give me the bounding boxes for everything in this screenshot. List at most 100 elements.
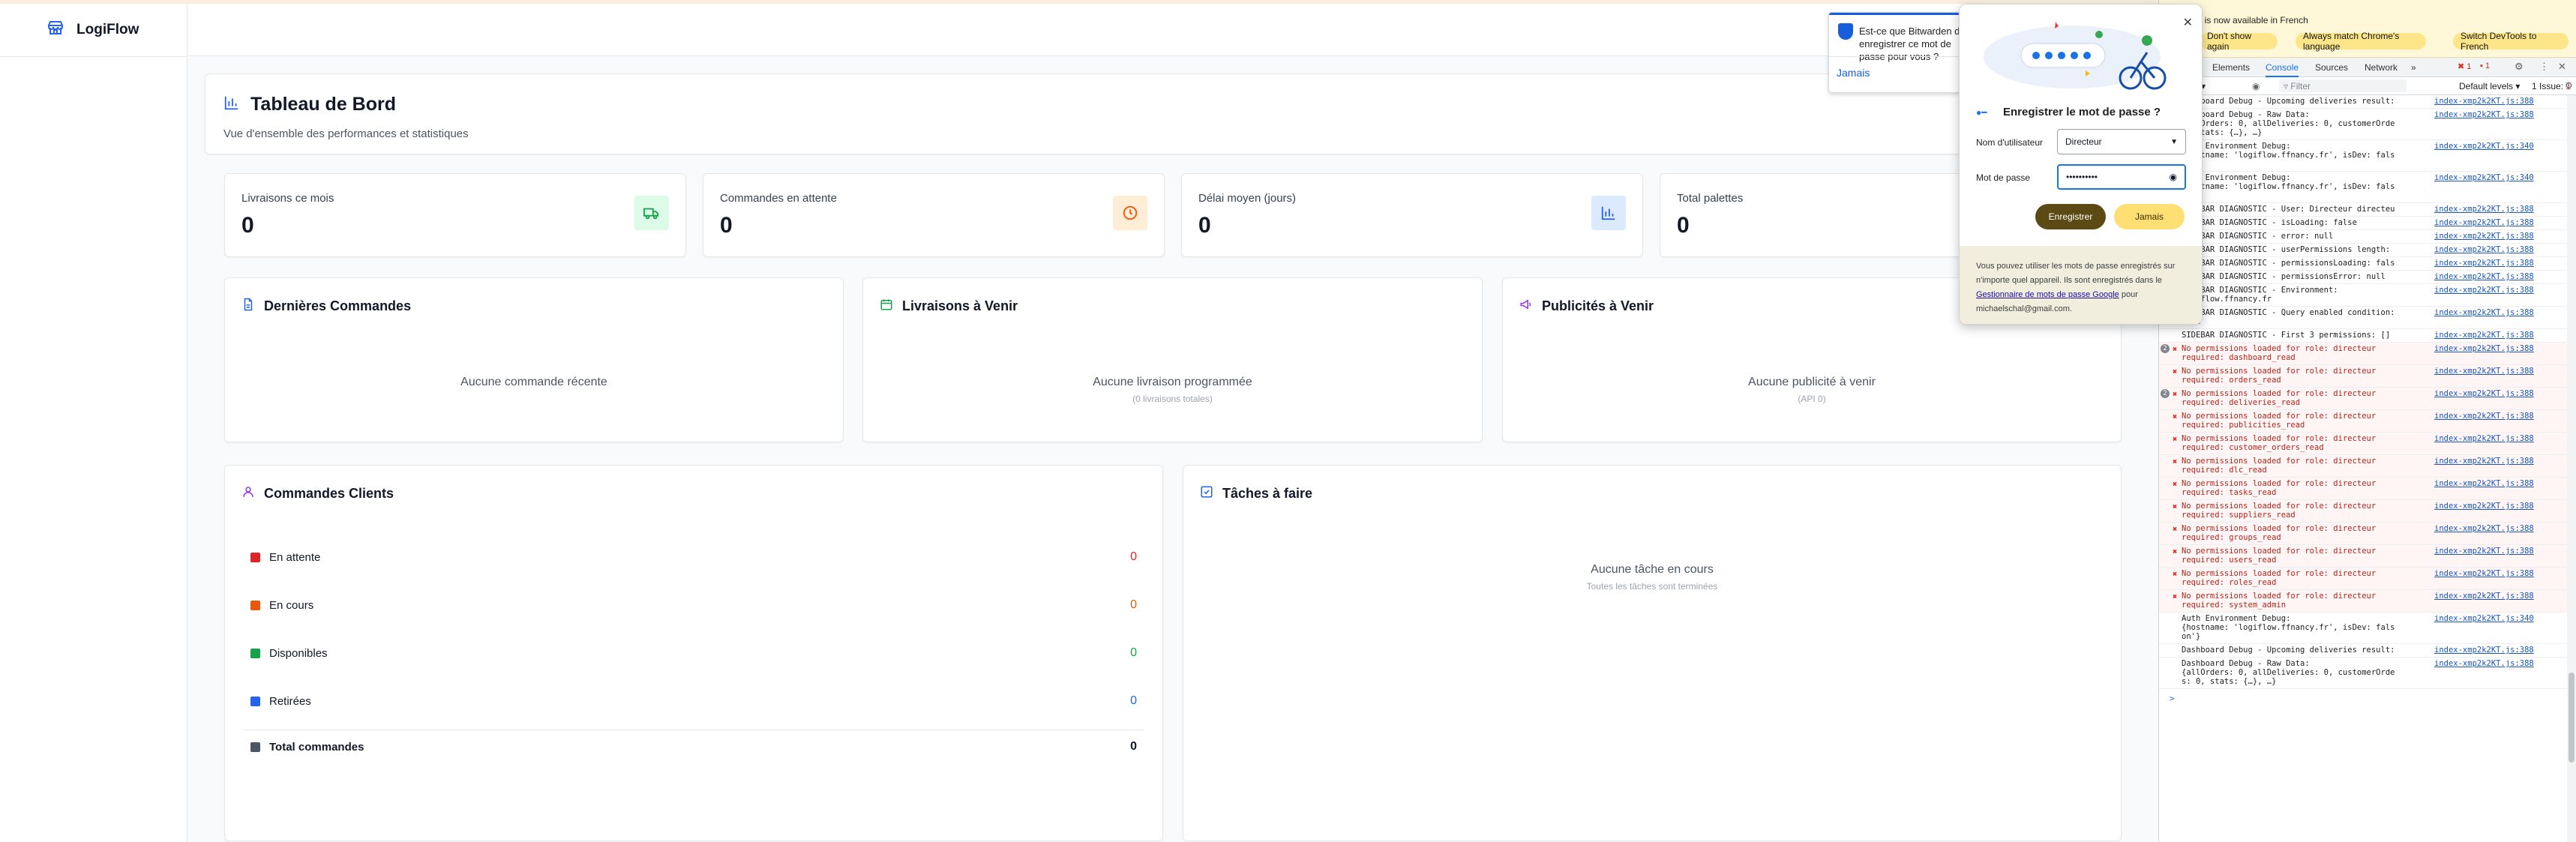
log-source-link[interactable]: index-xmp2k2KT.js:388 <box>2434 412 2534 421</box>
log-source-link[interactable]: index-xmp2k2KT.js:388 <box>2434 367 2534 376</box>
ads-title: Publicités à Venir <box>1542 298 1654 313</box>
console-filter-input[interactable]: ▿ Filter <box>2279 79 2407 92</box>
log-source-link[interactable]: index-xmp2k2KT.js:388 <box>2434 272 2534 281</box>
log-source-link[interactable]: index-xmp2k2KT.js:388 <box>2434 592 2534 601</box>
console-error-entry[interactable]: ✖ No permissions loaded for role: directe… <box>2159 590 2568 613</box>
log-source-link[interactable]: index-xmp2k2KT.js:388 <box>2434 389 2534 398</box>
console-log-entry[interactable]: SIDEBAR DIAGNOSTIC - Environment: logifl… <box>2159 284 2568 307</box>
console-log-entry[interactable]: SIDEBAR DIAGNOSTIC - isLoading: false ind… <box>2159 217 2568 230</box>
console-log-entry[interactable]: SIDEBAR DIAGNOSTIC - User: Directeur dir… <box>2159 203 2568 217</box>
console-error-entry[interactable]: ✖ No permissions loaded for role: directe… <box>2159 568 2568 590</box>
save-password-button[interactable]: Enregistrer <box>2035 204 2106 229</box>
log-source-link[interactable]: index-xmp2k2KT.js:388 <box>2434 569 2534 578</box>
log-source-link[interactable]: index-xmp2k2KT.js:388 <box>2434 344 2534 353</box>
eye-icon[interactable]: ◉ <box>2170 172 2177 182</box>
console-error-entry[interactable]: ✖ No permissions loaded for role: directe… <box>2159 545 2568 568</box>
console-log-entry[interactable]: SIDEBAR DIAGNOSTIC - First 3 permissions… <box>2159 329 2568 343</box>
log-source-link[interactable]: index-xmp2k2KT.js:388 <box>2434 646 2534 655</box>
log-source-link[interactable]: index-xmp2k2KT.js:388 <box>2434 479 2534 488</box>
log-source-link[interactable]: index-xmp2k2KT.js:388 <box>2434 245 2534 254</box>
username-select[interactable]: Directeur ▼ <box>2057 129 2186 154</box>
log-message: Dashboard Debug - Upcoming deliveries re… <box>2182 646 2395 655</box>
console-error-entry[interactable]: ✖ No permissions loaded for role: directe… <box>2159 523 2568 545</box>
password-popup-footer: Vous pouvez utiliser les mots de passe e… <box>1960 246 2202 324</box>
issue-count-badge[interactable]: ▪ 1 <box>2480 61 2490 70</box>
console-log-entry[interactable]: SIDEBAR DIAGNOSTIC - error: null index-xm… <box>2159 230 2568 244</box>
eye-icon[interactable]: ◉ <box>2252 81 2260 91</box>
close-popup-icon[interactable]: ✕ <box>2183 15 2193 30</box>
log-source-link[interactable]: index-xmp2k2KT.js:388 <box>2434 259 2534 268</box>
console-log-entry[interactable]: Dashboard Debug - Upcoming deliveries re… <box>2159 644 2568 658</box>
console-settings-icon[interactable]: ⚙ <box>2565 80 2573 91</box>
console-log-entry[interactable]: Auth Environment Debug: {hostname: 'logi… <box>2159 613 2568 644</box>
log-source-link[interactable]: index-xmp2k2KT.js:388 <box>2434 331 2534 340</box>
kebab-menu-icon[interactable]: ⋮ <box>2539 61 2549 73</box>
console-log-entry[interactable]: Auth Environment Debug: {hostname: 'logi… <box>2159 172 2568 203</box>
log-source-link[interactable]: index-xmp2k2KT.js:388 <box>2434 232 2534 241</box>
log-message: SIDEBAR DIAGNOSTIC - permissionsLoading:… <box>2182 259 2395 268</box>
log-source-link[interactable]: index-xmp2k2KT.js:388 <box>2434 457 2534 466</box>
bitwarden-never-link[interactable]: Jamais <box>1837 67 1870 79</box>
dont-show-again-button[interactable]: Don't show again <box>2200 31 2278 52</box>
log-source-link[interactable]: index-xmp2k2KT.js:388 <box>2434 502 2534 511</box>
settings-gear-icon[interactable]: ⚙ <box>2515 61 2524 73</box>
log-source-link[interactable]: index-xmp2k2KT.js:388 <box>2434 97 2534 106</box>
error-x-icon: ✖ <box>2173 457 2178 466</box>
log-levels-select[interactable]: Default levels ▾ <box>2459 81 2520 91</box>
error-count-badge[interactable]: ✖ 1 <box>2458 61 2471 71</box>
console-error-entry[interactable]: ✖ No permissions loaded for role: directe… <box>2159 410 2568 433</box>
stat-value: 0 <box>241 213 254 238</box>
tab-sources[interactable]: Sources <box>2315 62 2348 73</box>
console-log-entry[interactable]: Auth Environment Debug: {hostname: 'logi… <box>2159 140 2568 172</box>
console-log-list[interactable]: Dashboard Debug - Upcoming deliveries re… <box>2159 95 2568 842</box>
password-manager-link[interactable]: Gestionnaire de mots de passe Google <box>1976 290 2119 299</box>
log-source-link[interactable]: index-xmp2k2KT.js:388 <box>2434 286 2534 295</box>
log-source-link[interactable]: index-xmp2k2KT.js:388 <box>2434 110 2534 119</box>
error-x-icon: ✖ <box>2173 412 2178 421</box>
log-source-link[interactable]: index-xmp2k2KT.js:388 <box>2434 218 2534 227</box>
never-save-button[interactable]: Jamais <box>2114 204 2185 229</box>
more-tabs-button[interactable]: » <box>2411 62 2416 73</box>
console-log-entry[interactable]: SIDEBAR DIAGNOSTIC - permissionsLoading:… <box>2159 257 2568 271</box>
brand[interactable]: LogiFlow <box>46 19 139 41</box>
console-error-entry[interactable]: ✖ No permissions loaded for role: directe… <box>2159 365 2568 388</box>
error-x-icon: ✖ <box>2173 525 2178 534</box>
tab-elements[interactable]: Elements <box>2212 62 2250 73</box>
switch-language-button[interactable]: Switch DevTools to French <box>2453 31 2569 52</box>
log-source-link[interactable]: index-xmp2k2KT.js:388 <box>2434 659 2534 668</box>
log-source-link[interactable]: index-xmp2k2KT.js:340 <box>2434 173 2534 182</box>
console-error-entry[interactable]: ✖ No permissions loaded for role: directe… <box>2159 455 2568 478</box>
console-log-entry[interactable]: Dashboard Debug - Raw Data: {allOrders: … <box>2159 658 2568 689</box>
log-source-link[interactable]: index-xmp2k2KT.js:388 <box>2434 434 2534 443</box>
log-source-link[interactable]: index-xmp2k2KT.js:388 <box>2434 308 2534 317</box>
log-source-link[interactable]: index-xmp2k2KT.js:340 <box>2434 142 2534 151</box>
console-error-entry[interactable]: ✖ No permissions loaded for role: directe… <box>2159 500 2568 523</box>
tab-console[interactable]: Console <box>2266 62 2299 77</box>
log-source-link[interactable]: index-xmp2k2KT.js:388 <box>2434 547 2534 556</box>
console-error-entry[interactable]: ✖ No permissions loaded for role: directe… <box>2159 433 2568 455</box>
page-subtitle: Vue d'ensemble des performances et stati… <box>223 127 469 140</box>
console-prompt[interactable]: > <box>2170 694 2175 703</box>
console-error-entry[interactable]: ✖ 2 No permissions loaded for role: direct… <box>2159 343 2568 365</box>
stat-label: Délai moyen (jours) <box>1198 192 1297 205</box>
console-log-entry[interactable]: Dashboard Debug - Raw Data: {allOrders: … <box>2159 109 2568 140</box>
log-source-link[interactable]: index-xmp2k2KT.js:388 <box>2434 524 2534 533</box>
console-log-entry[interactable]: SIDEBAR DIAGNOSTIC - Query enabled condi… <box>2159 307 2568 329</box>
match-language-button[interactable]: Always match Chrome's language <box>2296 31 2426 52</box>
console-log-entry[interactable]: Dashboard Debug - Upcoming deliveries re… <box>2159 95 2568 109</box>
log-message: SIDEBAR DIAGNOSTIC - error: null <box>2182 232 2334 241</box>
footer-text-2: pour <box>2121 290 2138 299</box>
console-error-entry[interactable]: ✖ 2 No permissions loaded for role: direct… <box>2159 388 2568 410</box>
console-error-entry[interactable]: ✖ No permissions loaded for role: directe… <box>2159 478 2568 500</box>
console-log-entry[interactable]: SIDEBAR DIAGNOSTIC - permissionsError: n… <box>2159 271 2568 284</box>
status-label: Retirées <box>269 694 311 708</box>
tab-network[interactable]: Network <box>2365 62 2398 73</box>
console-scrollbar-thumb[interactable] <box>2569 673 2575 763</box>
close-devtools-icon[interactable]: ✕ <box>2558 61 2566 73</box>
console-scrollbar[interactable] <box>2567 95 2576 842</box>
console-log-entry[interactable]: SIDEBAR DIAGNOSTIC - userPermissions len… <box>2159 244 2568 257</box>
log-source-link[interactable]: index-xmp2k2KT.js:340 <box>2434 614 2534 623</box>
password-field[interactable]: •••••••••• ◉ <box>2057 164 2186 190</box>
stat-card: Livraisons ce mois 0 <box>224 173 686 257</box>
log-source-link[interactable]: index-xmp2k2KT.js:388 <box>2434 205 2534 214</box>
